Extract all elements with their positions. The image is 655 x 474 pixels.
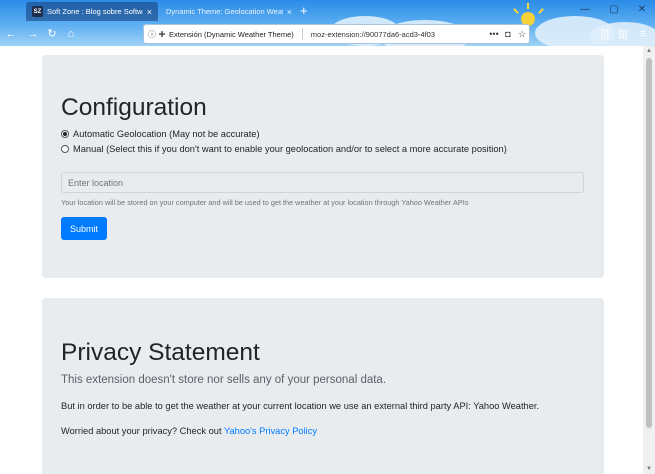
yahoo-privacy-policy-link[interactable]: Yahoo's Privacy Policy: [224, 426, 317, 436]
scroll-thumb[interactable]: [646, 58, 652, 428]
tab-dynamic-theme[interactable]: Dynamic Theme: Geolocation Weather ×: [160, 2, 298, 21]
library-icon[interactable]: |||: [598, 27, 612, 41]
radio-automatic-label: Automatic Geolocation (May not be accura…: [73, 129, 260, 139]
info-icon[interactable]: ⓘ: [147, 29, 157, 40]
radio-automatic-control[interactable]: [61, 130, 69, 138]
url-text[interactable]: moz-extension://90077da6-acd3-4f03: [311, 30, 487, 39]
privacy-paragraph: But in order to be able to get the weath…: [61, 401, 540, 411]
tab-title: Soft Zone : Blog sobre Software: [47, 7, 143, 16]
home-icon[interactable]: ⌂: [64, 27, 78, 41]
forward-icon[interactable]: →: [26, 27, 40, 41]
tab-soft-zone[interactable]: SZ Soft Zone : Blog sobre Software ×: [26, 2, 158, 21]
location-input[interactable]: [61, 172, 584, 193]
privacy-panel: Privacy Statement This extension doesn't…: [42, 298, 604, 474]
tab-close-icon[interactable]: ×: [147, 7, 152, 17]
nav-bar: ← → ↻ ⌂ ⓘ ✚ Extensión (Dynamic Weather T…: [0, 22, 655, 46]
radio-manual-label: Manual (Select this if you don't want to…: [73, 144, 507, 154]
configuration-panel: Configuration Automatic Geolocation (May…: [42, 55, 604, 278]
scroll-down-icon[interactable]: ▼: [643, 464, 655, 474]
tab-title: Dynamic Theme: Geolocation Weather: [166, 7, 283, 16]
radio-automatic-geolocation[interactable]: Automatic Geolocation (May not be accura…: [61, 129, 260, 139]
url-bar[interactable]: ⓘ ✚ Extensión (Dynamic Weather Theme) mo…: [143, 24, 530, 44]
extension-puzzle-icon: ✚: [158, 29, 166, 39]
page-actions-icon[interactable]: •••: [487, 29, 501, 39]
menu-icon[interactable]: ≡: [636, 27, 650, 41]
privacy-lead: This extension doesn't store nor sells a…: [61, 374, 387, 386]
scroll-up-icon[interactable]: ▲: [643, 46, 655, 56]
configuration-title: Configuration: [61, 94, 207, 121]
browser-chrome: SZ Soft Zone : Blog sobre Software × Dyn…: [0, 0, 655, 46]
radio-manual-location[interactable]: Manual (Select this if you don't want to…: [61, 144, 507, 154]
url-separator: [301, 28, 303, 40]
url-identity-label[interactable]: Extensión (Dynamic Weather Theme): [169, 30, 294, 39]
radio-manual-control[interactable]: [61, 145, 69, 153]
pocket-icon[interactable]: ◘: [501, 29, 515, 39]
page-viewport: Configuration Automatic Geolocation (May…: [0, 46, 643, 474]
privacy-title: Privacy Statement: [61, 339, 260, 366]
back-icon[interactable]: ←: [4, 27, 18, 41]
reload-icon[interactable]: ↻: [45, 27, 59, 41]
minimize-button[interactable]: —: [579, 4, 591, 16]
bookmark-star-icon[interactable]: ☆: [515, 29, 529, 40]
privacy-worried-line: Worried about your privacy? Check out Ya…: [61, 426, 317, 436]
radio-selected-dot: [63, 132, 67, 136]
softzone-favicon-icon: SZ: [32, 6, 43, 17]
maximize-button[interactable]: ▢: [608, 4, 620, 16]
tab-bar: SZ Soft Zone : Blog sobre Software × Dyn…: [0, 0, 655, 22]
location-help-text: Your location will be stored on your com…: [61, 198, 469, 207]
privacy-worried-text: Worried about your privacy? Check out: [61, 426, 222, 436]
submit-button[interactable]: Submit: [61, 217, 107, 240]
window-close-button[interactable]: ✕: [636, 4, 648, 16]
tab-close-icon[interactable]: ×: [287, 7, 292, 17]
new-tab-button[interactable]: +: [300, 3, 308, 19]
page-scrollbar[interactable]: ▲ ▼: [643, 46, 655, 474]
sidebar-icon[interactable]: ▥: [616, 27, 630, 41]
